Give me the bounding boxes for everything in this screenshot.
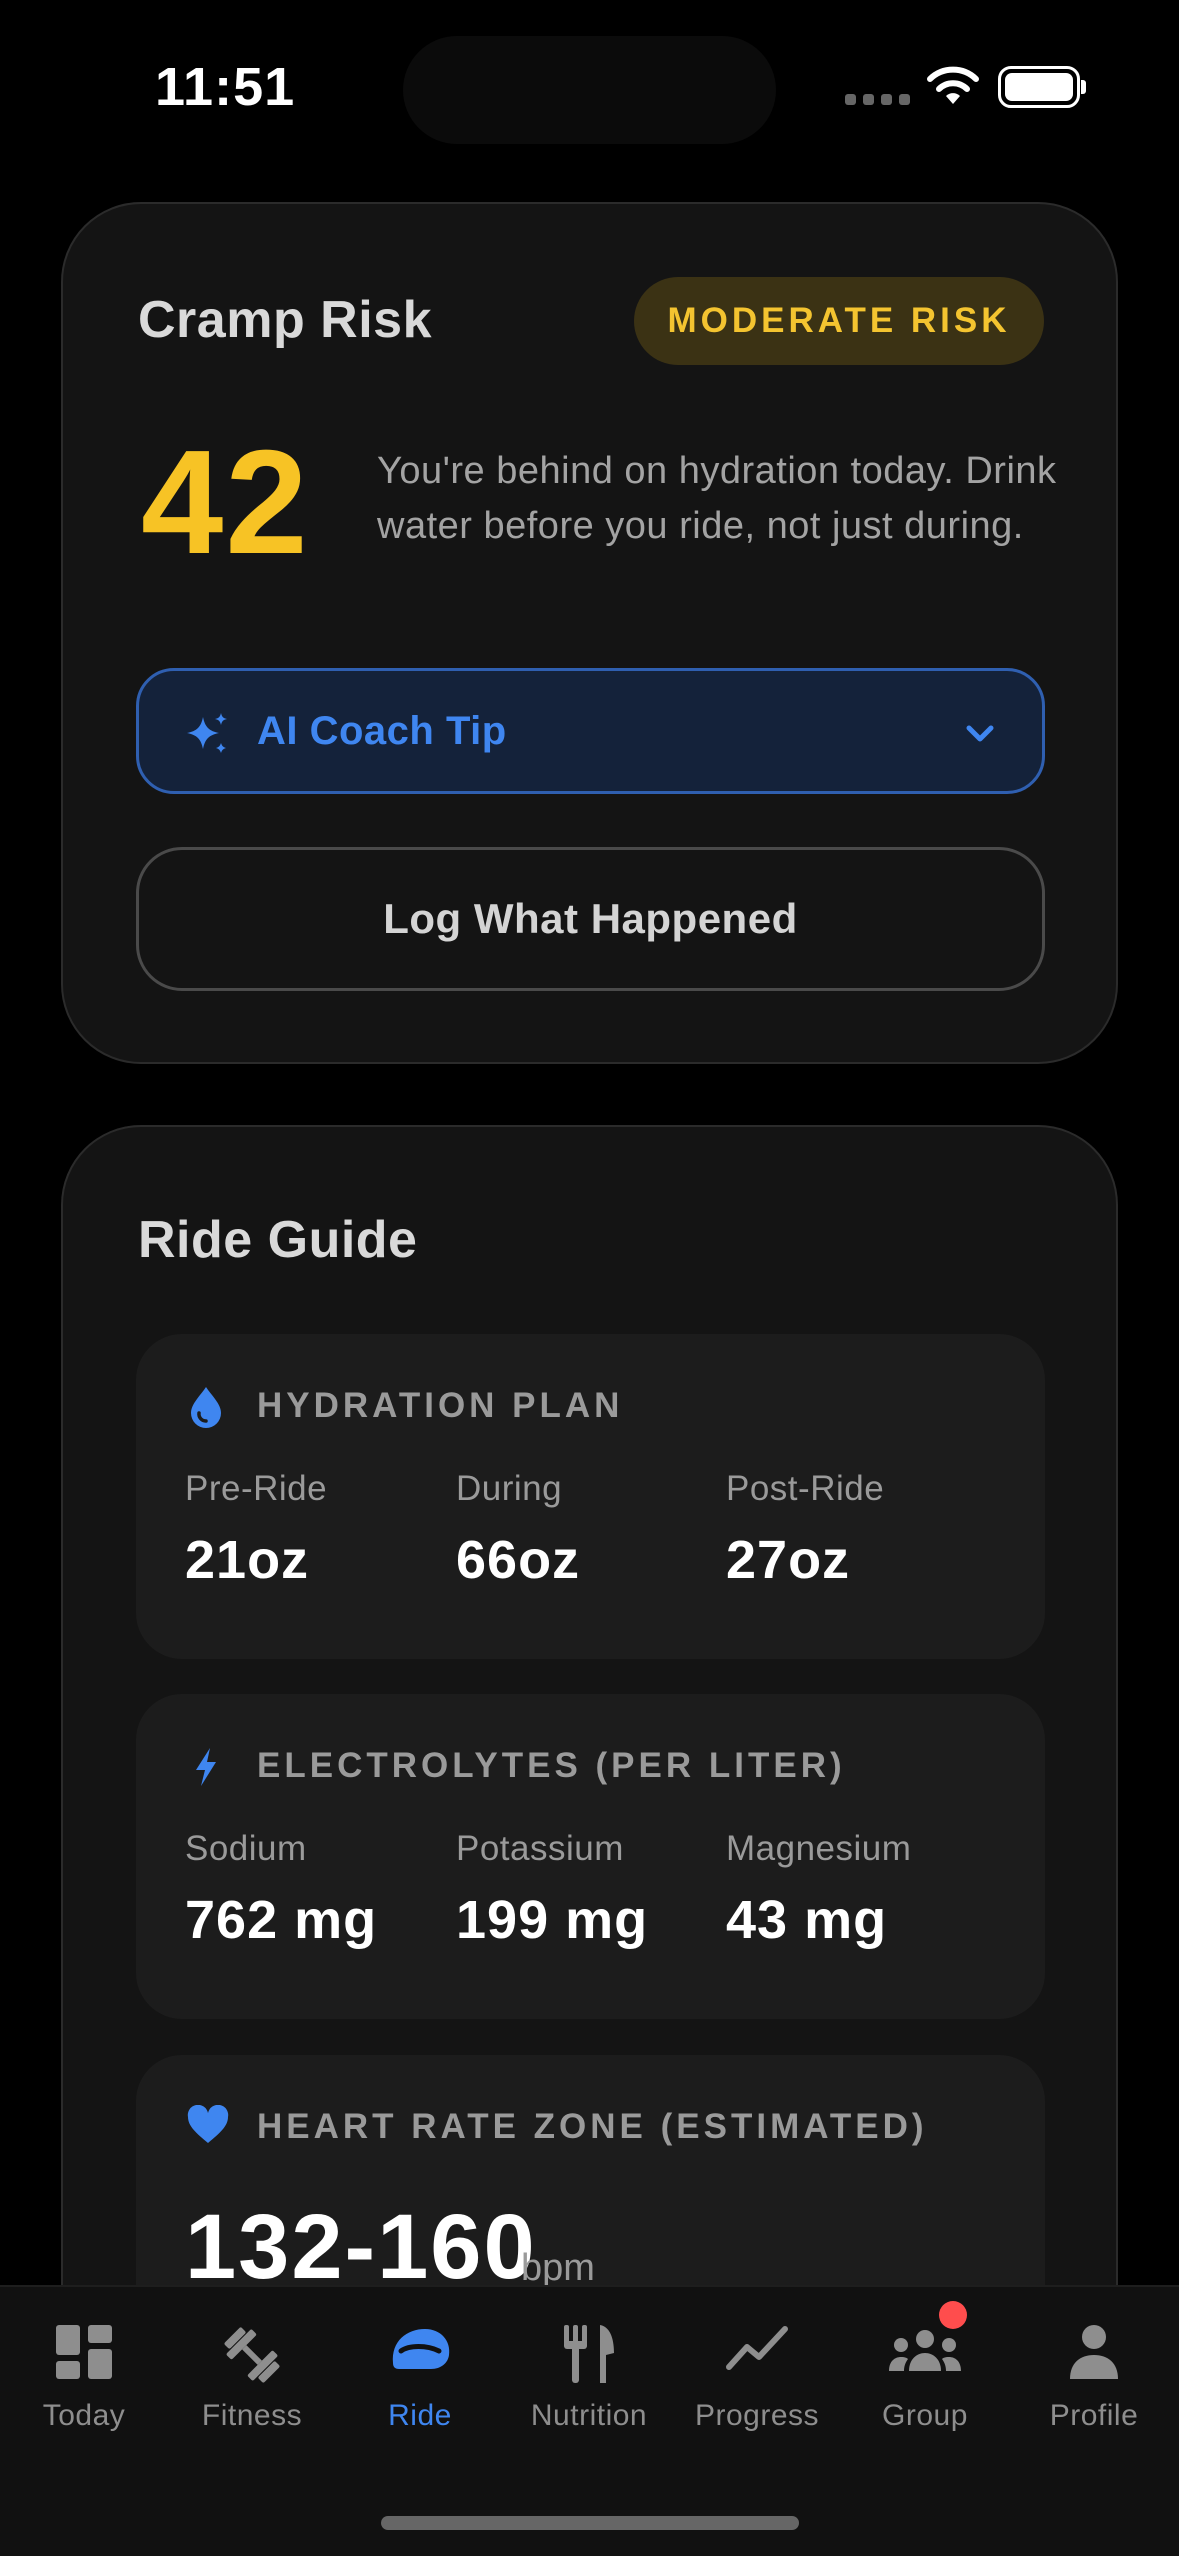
metric-value: 21oz <box>185 1530 310 1590</box>
metric-label: Magnesium <box>726 1829 912 1868</box>
heart-icon <box>187 2105 229 2143</box>
metric-pre-ride: Pre-Ride 21oz <box>185 1469 327 1591</box>
metric-value: 199 mg <box>456 1890 649 1950</box>
tab-label: Group <box>882 2399 968 2432</box>
ride-guide-card: Ride Guide HYDRATION PLAN Pre-Ride 21oz … <box>61 1125 1118 2355</box>
group-icon <box>889 2330 961 2371</box>
tab-fitness[interactable]: Fitness <box>168 2287 336 2457</box>
tab-group[interactable]: Group <box>841 2287 1009 2457</box>
tab-label: Nutrition <box>530 2399 648 2432</box>
metric-label: During <box>456 1469 563 1508</box>
tab-profile[interactable]: Profile <box>1010 2287 1178 2457</box>
hydration-plan-section: HYDRATION PLAN Pre-Ride 21oz During 66oz… <box>136 1334 1045 1659</box>
metric-value: 762 mg <box>185 1890 378 1950</box>
dynamic-island <box>403 36 776 144</box>
ai-coach-tip-button[interactable]: AI Coach Tip <box>136 668 1045 794</box>
risk-level-badge: MODERATE RISK <box>634 277 1044 365</box>
metric-label: Pre-Ride <box>185 1469 328 1508</box>
tab-label: Ride <box>388 2399 452 2432</box>
battery-icon <box>998 66 1080 108</box>
cramp-risk-card: Cramp Risk MODERATE RISK 42 You're behin… <box>61 202 1118 1064</box>
trend-line-icon <box>726 2326 788 2370</box>
helmet-icon <box>392 2329 450 2369</box>
cellular-signal-icon <box>845 94 910 105</box>
electrolytes-section: ELECTROLYTES (PER LITER) Sodium 762 mg P… <box>136 1694 1045 2019</box>
status-bar: 11:51 <box>0 0 1179 170</box>
tab-label: Today <box>42 2399 126 2432</box>
lightning-bolt-icon <box>196 1748 216 1786</box>
group-notification-badge <box>939 2301 967 2329</box>
sparkle-icon <box>187 713 227 753</box>
metric-potassium: Potassium 199 mg <box>456 1829 648 1951</box>
person-icon <box>1070 2325 1118 2379</box>
tab-label: Profile <box>1049 2399 1139 2432</box>
water-drop-icon <box>191 1387 221 1428</box>
chevron-down-icon <box>966 725 994 742</box>
tab-progress[interactable]: Progress <box>673 2287 841 2457</box>
tab-label: Progress <box>694 2399 820 2432</box>
heart-rate-unit: bpm <box>521 2247 595 2289</box>
wifi-icon <box>927 66 979 104</box>
dashboard-icon <box>56 2325 112 2379</box>
metric-post-ride: Post-Ride 27oz <box>726 1469 884 1591</box>
risk-score: 42 <box>141 420 310 585</box>
heart-rate-title: HEART RATE ZONE (ESTIMATED) <box>257 2107 928 2146</box>
hydration-plan-title: HYDRATION PLAN <box>257 1386 624 1425</box>
electrolytes-title: ELECTROLYTES (PER LITER) <box>257 1746 846 1785</box>
tab-today[interactable]: Today <box>0 2287 168 2457</box>
home-indicator <box>381 2516 799 2530</box>
cramp-risk-title: Cramp Risk <box>138 291 432 349</box>
tab-label: Fitness <box>201 2399 303 2432</box>
metric-label: Potassium <box>456 1829 624 1868</box>
metric-during: During 66oz <box>456 1469 580 1591</box>
log-what-happened-button[interactable]: Log What Happened <box>136 847 1045 991</box>
status-time: 11:51 <box>155 57 296 117</box>
metric-value: 66oz <box>456 1530 581 1590</box>
metric-label: Post-Ride <box>726 1469 885 1508</box>
ai-coach-tip-label: AI Coach Tip <box>257 709 507 753</box>
tab-nutrition[interactable]: Nutrition <box>505 2287 673 2457</box>
fork-knife-icon <box>564 2325 614 2383</box>
dumbbell-icon <box>224 2327 280 2383</box>
tab-ride[interactable]: Ride <box>336 2287 504 2457</box>
battery-tip <box>1081 80 1086 94</box>
metric-value: 27oz <box>726 1530 851 1590</box>
risk-message: You're behind on hydration today. Drink … <box>377 450 1057 547</box>
metric-label: Sodium <box>185 1829 307 1868</box>
metric-value: 43 mg <box>726 1890 888 1950</box>
metric-magnesium: Magnesium 43 mg <box>726 1829 911 1951</box>
metric-sodium: Sodium 762 mg <box>185 1829 377 1951</box>
ride-guide-title: Ride Guide <box>138 1211 418 1269</box>
